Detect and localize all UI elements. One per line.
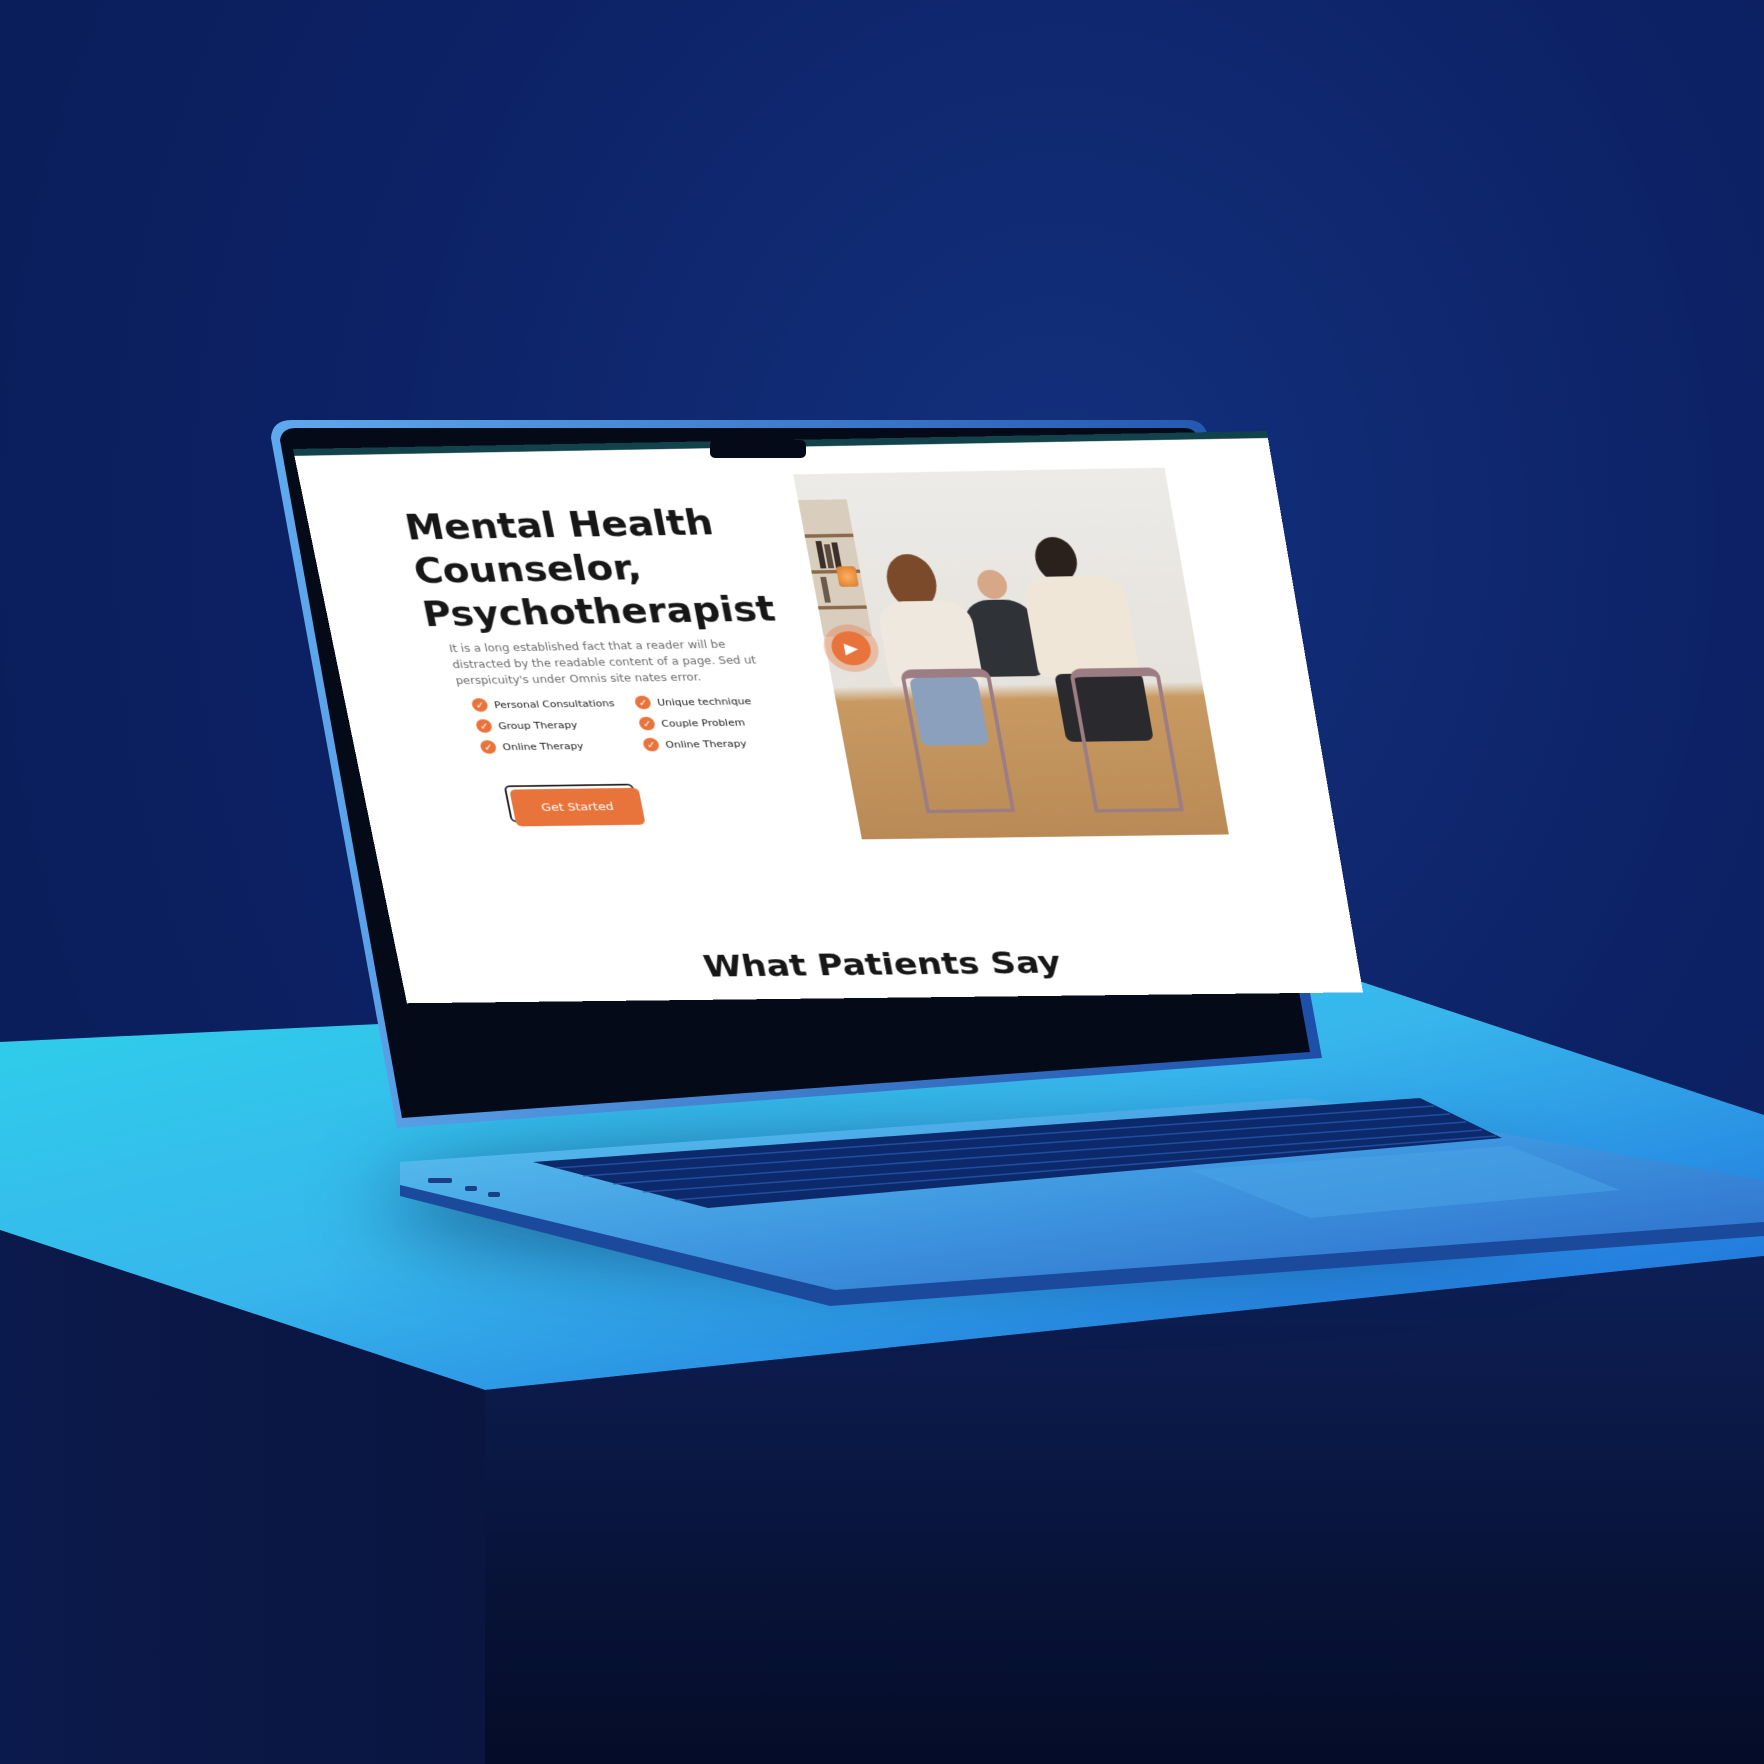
chair [1068, 667, 1184, 813]
hero-description: It is a long established fact that a rea… [448, 638, 758, 687]
cta-group: Get Started [503, 783, 646, 827]
lamp [835, 566, 860, 587]
feature-item: ✓ Online Therapy [479, 738, 644, 754]
feature-label: Unique technique [656, 695, 752, 708]
check-icon: ✓ [470, 698, 489, 712]
get-started-button[interactable]: Get Started [509, 787, 646, 827]
check-icon: ✓ [637, 716, 656, 731]
feature-item: ✓ Online Therapy [642, 736, 789, 752]
bookshelf [797, 499, 873, 637]
feature-label: Couple Problem [660, 716, 746, 729]
check-icon: ✓ [642, 737, 661, 752]
feature-list: ✓ Personal Consultations ✓ Unique techni… [470, 694, 789, 754]
feature-item: ✓ Group Therapy [475, 717, 641, 733]
feature-label: Online Therapy [501, 740, 585, 753]
chair [899, 668, 1016, 814]
feature-item: ✓ Personal Consultations [470, 696, 637, 712]
feature-item: ✓ Couple Problem [637, 715, 785, 731]
check-icon: ✓ [633, 695, 652, 710]
screen: Mental Health Counselor, Psychotherapist… [293, 431, 1363, 1004]
feature-label: Personal Consultations [493, 697, 616, 711]
hero-title: Mental Health Counselor, Psychotherapist [401, 503, 779, 635]
feature-item: ✓ Unique technique [633, 694, 781, 710]
play-icon: ▶ [828, 630, 874, 666]
check-icon: ✓ [475, 719, 494, 733]
feature-label: Online Therapy [664, 737, 748, 750]
feature-label: Group Therapy [497, 719, 579, 732]
testimonials-title: What Patients Say [700, 945, 1064, 985]
check-icon: ✓ [479, 740, 498, 754]
